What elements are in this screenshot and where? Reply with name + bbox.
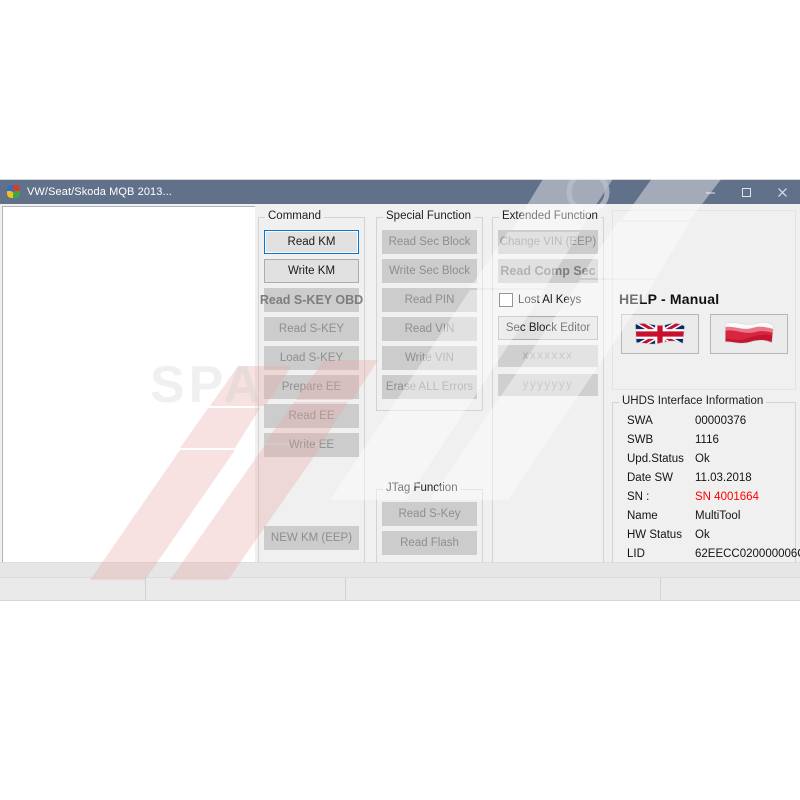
info-value-sn: SN 4001664 [695, 491, 759, 503]
checkbox-box [499, 293, 513, 307]
xxxxxxx-field[interactable]: xxxxxxx [498, 345, 598, 367]
special-function-group-legend: Special Function [383, 210, 475, 222]
write-sec-block-button[interactable]: Write Sec Block [382, 259, 477, 283]
jtag-function-group-legend: JTag Function [383, 482, 461, 494]
info-label-hw-status: HW Status [627, 529, 682, 541]
uk-flag-button[interactable] [621, 314, 699, 354]
window-controls [692, 180, 800, 204]
info-label-swa: SWA [627, 415, 653, 427]
poland-flag-button[interactable] [710, 314, 788, 354]
write-ee-button[interactable]: Write EE [264, 433, 359, 457]
yyyyyyy-field[interactable]: yyyyyyy [498, 374, 598, 396]
status-strip [0, 562, 800, 578]
info-label-sn: SN : [627, 491, 650, 503]
title-bar[interactable]: VW/Seat/Skoda MQB 2013... [0, 180, 800, 204]
command-group: Command Read KM Write KM Read S-KEY OBD … [258, 210, 365, 574]
info-label-name: Name [627, 510, 658, 522]
special-function-group: Special Function Read Sec Block Write Se… [376, 210, 483, 411]
info-value-lid: 62EECC020000006C [695, 548, 800, 560]
info-value-upd-status: Ok [695, 453, 710, 465]
write-vin-button[interactable]: Write VIN [382, 346, 477, 370]
read-sec-block-button[interactable]: Read Sec Block [382, 230, 477, 254]
poland-flag-icon [721, 319, 777, 349]
info-label-swb: SWB [627, 434, 654, 446]
uhds-info-group: UHDS Interface Information SWA 00000376 … [612, 395, 800, 574]
info-value-date-sw: 11.03.2018 [695, 472, 752, 484]
read-skey-obd-button[interactable]: Read S-KEY OBD [260, 288, 363, 312]
status-segment-1 [0, 578, 146, 600]
lost-all-keys-label: Lost Al Keys [518, 294, 582, 306]
read-ee-button[interactable]: Read EE [264, 404, 359, 428]
read-vin-button[interactable]: Read VIN [382, 317, 477, 341]
info-value-hw-status: Ok [695, 529, 710, 541]
close-icon[interactable] [764, 180, 800, 204]
info-value-name: MultiTool [695, 510, 741, 522]
uk-flag-icon [632, 319, 688, 349]
read-skey-button[interactable]: Read S-KEY [264, 317, 359, 341]
uhds-info-legend: UHDS Interface Information [619, 395, 767, 407]
info-value-swa: 00000376 [695, 415, 747, 427]
info-label-lid: LID [627, 548, 645, 560]
read-comp-sec-button[interactable]: Read Comp Sec [498, 259, 598, 283]
read-pin-button[interactable]: Read PIN [382, 288, 477, 312]
lost-all-keys-checkbox[interactable]: Lost Al Keys [499, 293, 581, 307]
write-km-button[interactable]: Write KM [264, 259, 359, 283]
change-vin-eep-button[interactable]: Change VIN (EEP) [498, 230, 598, 254]
new-km-eep-button[interactable]: NEW KM (EEP) [264, 526, 359, 550]
jtag-read-flash-button[interactable]: Read Flash [382, 531, 477, 555]
info-label-date-sw: Date SW [627, 472, 674, 484]
status-segment-2 [145, 578, 346, 600]
jtag-read-skey-button[interactable]: Read S-Key [382, 502, 477, 526]
client-area: Command Read KM Write KM Read S-KEY OBD … [0, 204, 800, 600]
extended-function-group: Extended Function Change VIN (EEP) Read … [492, 210, 604, 574]
log-output-panel[interactable] [2, 206, 256, 573]
status-bar [0, 577, 800, 600]
pinwheel-icon [7, 185, 21, 199]
help-panel: HELP - Manual [612, 210, 796, 390]
application-window: VW/Seat/Skoda MQB 2013... Command Read K… [0, 180, 800, 600]
sec-block-editor-button[interactable]: Sec Block Editor [498, 316, 598, 340]
screenshot-root: VW/Seat/Skoda MQB 2013... Command Read K… [0, 0, 800, 800]
minimize-icon[interactable] [692, 180, 728, 204]
extended-function-group-legend: Extended Function [499, 210, 601, 222]
command-group-legend: Command [265, 210, 325, 222]
erase-all-errors-button[interactable]: Erase ALL Errors [382, 375, 477, 399]
status-segment-3 [345, 578, 661, 600]
info-value-swb: 1116 [695, 434, 719, 446]
maximize-icon[interactable] [728, 180, 764, 204]
read-km-button[interactable]: Read KM [264, 230, 359, 254]
prepare-ee-button[interactable]: Prepare EE [264, 375, 359, 399]
load-skey-button[interactable]: Load S-KEY [264, 346, 359, 370]
help-title: HELP - Manual [619, 291, 720, 307]
window-title: VW/Seat/Skoda MQB 2013... [27, 186, 172, 198]
info-label-upd-status: Upd.Status [627, 453, 684, 465]
